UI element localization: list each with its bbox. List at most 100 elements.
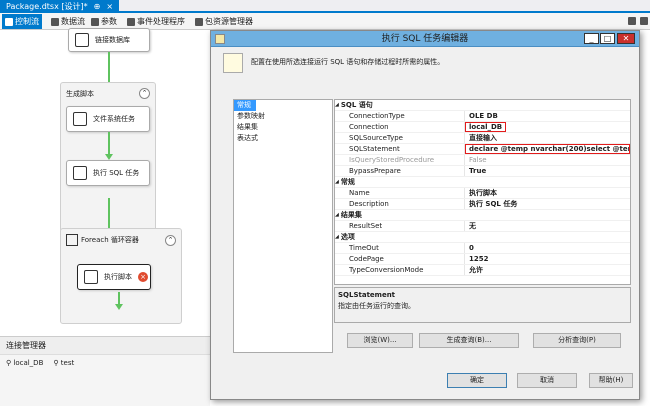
property-row[interactable]: TimeOut 0	[335, 243, 630, 254]
property-category[interactable]: ◢ SQL 语句	[335, 100, 630, 111]
task-label: 执行脚本	[104, 273, 132, 281]
property-value[interactable]: False	[465, 155, 630, 165]
task-label: 链接数据库	[95, 36, 130, 44]
data-flow-icon	[51, 17, 59, 26]
property-row[interactable]: Connection local_DB	[335, 122, 630, 133]
container-label: 生成脚本	[66, 89, 94, 98]
tab-label: 数据流	[61, 17, 85, 26]
category-label: 选项	[340, 233, 355, 241]
property-category[interactable]: ◢ 常规	[335, 177, 630, 188]
tab-event-handlers[interactable]: 事件处理程序	[124, 14, 188, 29]
property-value[interactable]: 直接输入	[465, 133, 630, 143]
help-button[interactable]: 帮助(H)	[589, 373, 633, 388]
tab-parameters[interactable]: 参数	[88, 14, 120, 29]
container-label: Foreach 循环容器	[81, 236, 139, 244]
dialog-title-bar[interactable]: 执行 SQL 任务编辑器 _ □ ✕	[211, 31, 639, 47]
property-name: CodePage	[335, 254, 465, 264]
tab-control-flow[interactable]: 控制流	[2, 14, 42, 29]
property-value[interactable]: declare @temp nvarchar(200)select @temp	[465, 144, 630, 154]
maximize-button[interactable]: □	[600, 33, 615, 44]
property-grid[interactable]: ◢ SQL 语句 ConnectionType OLE DB Connection lo…	[334, 99, 631, 285]
property-value[interactable]: local_DB	[465, 122, 507, 132]
property-row[interactable]: SQLSourceType 直接输入	[335, 133, 630, 144]
sql-task-icon	[84, 270, 98, 284]
precedence-line[interactable]	[108, 132, 110, 156]
category-label: 结果集	[340, 211, 362, 219]
property-description-panel: SQLStatement 指定由任务运行的查询。	[334, 287, 631, 323]
build-query-button[interactable]: 生成查询(B)...	[419, 333, 519, 348]
property-value[interactable]: 1252	[465, 254, 630, 264]
connection-item[interactable]: ⚲ local_DB	[6, 359, 43, 367]
error-icon: ×	[138, 272, 148, 282]
cancel-button[interactable]: 取消	[517, 373, 577, 388]
connection-manager-panel: 连接管理器 ⚲ local_DB ⚲ test	[0, 336, 210, 406]
property-row[interactable]: IsQueryStoredProcedure False	[335, 155, 630, 166]
property-name: SQLSourceType	[335, 133, 465, 143]
arrow-icon	[115, 304, 123, 310]
tab-data-flow[interactable]: 数据流	[48, 14, 88, 29]
package-explorer-icon	[195, 17, 203, 26]
minimize-button[interactable]: _	[584, 33, 599, 44]
tab-label: 事件处理程序	[137, 17, 185, 26]
close-icon[interactable]: ×	[106, 0, 113, 13]
nav-item-expressions[interactable]: 表达式	[234, 133, 332, 144]
foreach-icon	[66, 234, 78, 246]
event-handlers-icon	[127, 17, 135, 26]
connection-label: test	[60, 359, 75, 367]
parameters-icon	[91, 17, 99, 26]
task-connect-db[interactable]: 链接数据库	[68, 28, 150, 52]
property-row[interactable]: SQLStatement declare @temp nvarchar(200)s…	[335, 144, 630, 155]
variables-icon[interactable]	[640, 17, 648, 25]
connection-label: local_DB	[13, 359, 44, 367]
property-description-title: SQLStatement	[338, 291, 396, 299]
nav-item-parameter-mapping[interactable]: 参数映射	[234, 111, 332, 122]
task-execute-script[interactable]: 执行脚本 ×	[77, 264, 151, 290]
nav-item-general[interactable]: 常规	[234, 100, 256, 111]
property-category[interactable]: ◢ 选项	[335, 232, 630, 243]
nav-item-result-set[interactable]: 结果集	[234, 122, 332, 133]
collapse-icon[interactable]: ⌃	[139, 88, 150, 99]
property-row[interactable]: Description 执行 SQL 任务	[335, 199, 630, 210]
property-value[interactable]: 执行脚本	[465, 188, 630, 198]
pin-icon[interactable]: ⊕	[94, 0, 101, 13]
task-execute-sql[interactable]: 执行 SQL 任务	[66, 160, 150, 186]
property-name: ConnectionType	[335, 111, 465, 121]
property-row[interactable]: CodePage 1252	[335, 254, 630, 265]
property-name: TimeOut	[335, 243, 465, 253]
document-tab[interactable]: Package.dtsx [设计]* ⊕ ×	[0, 0, 120, 13]
property-category[interactable]: ◢ 结果集	[335, 210, 630, 221]
database-task-icon	[75, 33, 89, 47]
precedence-line[interactable]	[108, 198, 110, 232]
close-button[interactable]: ✕	[617, 33, 635, 44]
property-value[interactable]: 0	[465, 243, 630, 253]
task-file-system[interactable]: 文件系统任务	[66, 106, 150, 132]
connection-icon: ⚲	[6, 359, 12, 367]
property-value[interactable]: True	[465, 166, 630, 176]
precedence-line[interactable]	[108, 52, 110, 82]
property-value[interactable]: 无	[465, 221, 630, 231]
browse-button[interactable]: 浏览(W)...	[347, 333, 413, 348]
property-value[interactable]: OLE DB	[465, 111, 630, 121]
control-flow-canvas[interactable]: 链接数据库 生成脚本 ⌃ 文件系统任务 执行 SQL 任务 Foreach 循环…	[0, 28, 210, 336]
tab-package-explorer[interactable]: 包资源管理器	[192, 14, 256, 29]
ok-button[interactable]: 确定	[447, 373, 507, 388]
property-row[interactable]: ConnectionType OLE DB	[335, 111, 630, 122]
property-row[interactable]: BypassPrepare True	[335, 166, 630, 177]
property-name: TypeConversionMode	[335, 265, 465, 275]
property-row[interactable]: TypeConversionMode 允许	[335, 265, 630, 276]
parse-query-button[interactable]: 分析查询(P)	[533, 333, 621, 348]
tab-label: 控制流	[15, 17, 39, 26]
property-name: SQLStatement	[335, 144, 465, 154]
collapse-icon[interactable]: ⌃	[165, 234, 176, 246]
task-label: 执行 SQL 任务	[93, 169, 140, 177]
property-value[interactable]: 允许	[465, 265, 630, 275]
dialog-title: 执行 SQL 任务编辑器	[381, 34, 469, 44]
property-value[interactable]: 执行 SQL 任务	[465, 199, 630, 209]
property-name: Connection	[335, 122, 465, 132]
gear-icon[interactable]	[628, 17, 636, 25]
property-name: BypassPrepare	[335, 166, 465, 176]
connection-item[interactable]: ⚲ test	[53, 359, 74, 367]
control-flow-icon	[5, 17, 13, 26]
property-row[interactable]: ResultSet 无	[335, 221, 630, 232]
property-row[interactable]: Name 执行脚本	[335, 188, 630, 199]
